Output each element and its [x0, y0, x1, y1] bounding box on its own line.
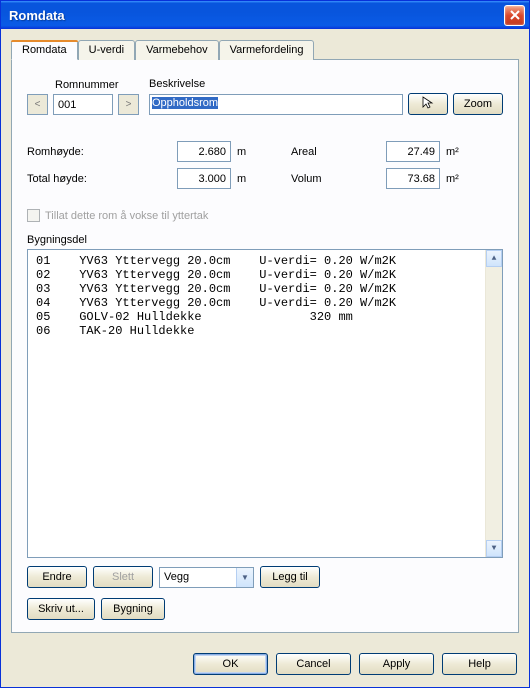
- skrivut-button[interactable]: Skriv ut...: [27, 598, 95, 620]
- prev-room-button[interactable]: <: [27, 94, 48, 115]
- scroll-up-icon[interactable]: ▲: [486, 250, 502, 267]
- zoom-button[interactable]: Zoom: [453, 93, 503, 115]
- list-item[interactable]: 04 YV63 Yttervegg 20.0cm U-verdi= 0.20 W…: [30, 296, 500, 310]
- help-button[interactable]: Help: [442, 653, 517, 675]
- list-item[interactable]: 05 GOLV-02 Hulldekke 320 mm: [30, 310, 500, 324]
- window-title: Romdata: [9, 8, 504, 23]
- totalhoyde-label: Total høyde:: [27, 173, 177, 185]
- allow-grow-label: Tillat dette rom å vokse til yttertak: [45, 210, 208, 222]
- next-room-button[interactable]: >: [118, 94, 139, 115]
- cancel-button[interactable]: Cancel: [276, 653, 351, 675]
- type-select-value: Vegg: [164, 571, 189, 583]
- areal-input[interactable]: [386, 141, 440, 162]
- row-romhoyde: Romhøyde: m Areal m²: [27, 141, 503, 162]
- tab-romdata[interactable]: Romdata: [11, 40, 78, 60]
- beskrivelse-value: Oppholdsrom: [152, 97, 218, 109]
- list-item[interactable]: 06 TAK-20 Hulldekke: [30, 324, 500, 338]
- tab-varmefordeling[interactable]: Varmefordeling: [219, 40, 315, 60]
- beskrivelse-label: Beskrivelse: [149, 78, 503, 90]
- areal-unit: m²: [440, 146, 500, 158]
- slett-button: Slett: [93, 566, 153, 588]
- close-icon[interactable]: [504, 5, 525, 26]
- volum-unit: m²: [440, 173, 500, 185]
- dialog-button-bar: OK Cancel Apply Help: [1, 643, 529, 687]
- titlebar[interactable]: Romdata: [1, 1, 529, 29]
- header-row: Romnummer < > Beskrivelse Oppholdsrom: [27, 78, 503, 115]
- scrollbar[interactable]: ▲ ▼: [485, 250, 502, 557]
- romhoyde-input[interactable]: [177, 141, 231, 162]
- list-item[interactable]: 01 YV63 Yttervegg 20.0cm U-verdi= 0.20 W…: [30, 254, 500, 268]
- totalhoyde-unit: m: [231, 173, 291, 185]
- list-item[interactable]: 03 YV63 Yttervegg 20.0cm U-verdi= 0.20 W…: [30, 282, 500, 296]
- dialog-window: Romdata Romdata U-verdi Varmebehov Varme…: [0, 0, 530, 688]
- chevron-down-icon[interactable]: ▼: [236, 568, 253, 587]
- apply-button[interactable]: Apply: [359, 653, 434, 675]
- endre-button[interactable]: Endre: [27, 566, 87, 588]
- pick-button[interactable]: [408, 93, 448, 115]
- bygning-button[interactable]: Bygning: [101, 598, 165, 620]
- list-controls: Endre Slett Vegg ▼ Legg til: [27, 566, 503, 588]
- extra-controls: Skriv ut... Bygning: [27, 598, 503, 620]
- list-item[interactable]: 02 YV63 Yttervegg 20.0cm U-verdi= 0.20 W…: [30, 268, 500, 282]
- romhoyde-unit: m: [231, 146, 291, 158]
- tab-strip: Romdata U-verdi Varmebehov Varmefordelin…: [11, 40, 519, 60]
- romnummer-input[interactable]: [53, 94, 113, 115]
- ok-button[interactable]: OK: [193, 653, 268, 675]
- tab-varmebehov[interactable]: Varmebehov: [135, 40, 219, 60]
- row-totalhoyde: Total høyde: m Volum m²: [27, 168, 503, 189]
- dialog-content: Romdata U-verdi Varmebehov Varmefordelin…: [1, 29, 529, 643]
- scroll-down-icon[interactable]: ▼: [486, 540, 502, 557]
- tab-uverdi[interactable]: U-verdi: [78, 40, 135, 60]
- areal-label: Areal: [291, 146, 386, 158]
- romnummer-label: Romnummer: [55, 79, 139, 91]
- totalhoyde-input[interactable]: [177, 168, 231, 189]
- allow-grow-checkbox[interactable]: [27, 209, 40, 222]
- bygningsdel-label: Bygningsdel: [27, 234, 503, 246]
- tab-panel: Romnummer < > Beskrivelse Oppholdsrom: [11, 59, 519, 633]
- cursor-icon: [421, 96, 435, 110]
- allow-grow-row: Tillat dette rom å vokse til yttertak: [27, 209, 503, 222]
- romhoyde-label: Romhøyde:: [27, 146, 177, 158]
- bygningsdel-list[interactable]: 01 YV63 Yttervegg 20.0cm U-verdi= 0.20 W…: [27, 249, 503, 558]
- volum-input[interactable]: [386, 168, 440, 189]
- type-select[interactable]: Vegg ▼: [159, 567, 254, 588]
- volum-label: Volum: [291, 173, 386, 185]
- leggtil-button[interactable]: Legg til: [260, 566, 320, 588]
